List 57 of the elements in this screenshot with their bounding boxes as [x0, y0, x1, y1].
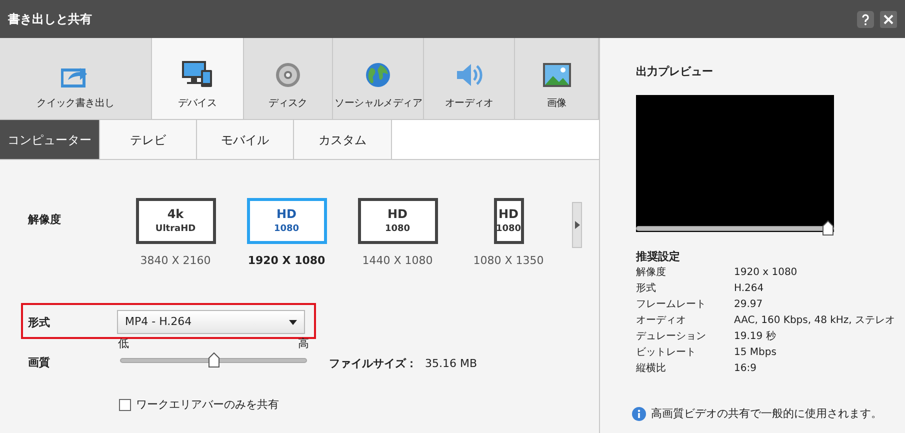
sub-tab[interactable]: カスタム — [294, 120, 392, 159]
checkbox[interactable] — [119, 399, 131, 412]
resolution-card[interactable]: 4k UltraHD — [136, 198, 216, 244]
setting-label: フレームレート — [636, 298, 707, 312]
slider-min-label: 低 — [118, 336, 129, 352]
speaker-icon — [455, 62, 484, 88]
setting-label: オーディオ — [636, 314, 687, 328]
field-label: 解像度 — [28, 212, 61, 228]
setting-label: 縦横比 — [636, 362, 667, 376]
panel-title: 出力プレビュー — [636, 64, 713, 80]
sub-tab[interactable]: テレビ — [100, 120, 197, 159]
field-label: 形式 — [28, 315, 50, 331]
resolution-card[interactable]: HD 1080 — [494, 198, 524, 244]
info-icon — [632, 407, 646, 422]
slider-thumb[interactable] — [208, 352, 220, 368]
setting-label: ビットレート — [636, 346, 697, 360]
file-size-label: ファイルサイズ： — [329, 356, 417, 372]
close-icon[interactable] — [880, 10, 897, 28]
category-tab[interactable]: クイック書き出し — [0, 38, 152, 119]
resolution-card[interactable]: HD 1080 — [246, 198, 326, 244]
scroll-right-button[interactable] — [572, 202, 582, 248]
sub-tab[interactable]: コンピューター — [0, 120, 100, 159]
file-size-value: 35.16 MB — [425, 356, 478, 372]
setting-value: 15 Mbps — [734, 346, 776, 360]
resolution-caption: 1920 X 1080 — [248, 253, 326, 269]
sub-tab[interactable]: モバイル — [197, 120, 294, 159]
info-text: 高画質ビデオの共有で一般的に使用されます。 — [651, 406, 882, 422]
setting-value: H.264 — [734, 282, 764, 296]
resolution-caption: 1080 X 1350 — [473, 253, 544, 269]
setting-value: 1920 x 1080 — [734, 266, 798, 280]
format-dropdown[interactable]: MP4 - H.264 — [117, 310, 305, 334]
setting-value: 29.97 — [734, 298, 763, 312]
category-tab[interactable]: 画像 — [515, 38, 599, 119]
checkbox-label: ワークエリアバーのみを共有 — [136, 397, 279, 413]
devices-icon — [181, 60, 214, 88]
caret-icon — [289, 320, 297, 324]
setting-value: 16:9 — [734, 362, 756, 376]
resolution-caption: 3840 X 2160 — [140, 253, 211, 269]
resolution-card[interactable]: HD 1080 — [358, 198, 438, 244]
resolution-caption: 1440 X 1080 — [362, 253, 433, 269]
setting-label: 形式 — [636, 282, 657, 296]
landscape-image-icon — [542, 62, 572, 88]
window-title: 書き出しと共有 — [8, 11, 92, 28]
setting-value: AAC, 160 Kbps, 48 kHz, ステレオ — [734, 314, 896, 328]
field-label: 画質 — [28, 355, 50, 371]
setting-label: デュレーション — [636, 330, 707, 344]
help-icon[interactable] — [857, 10, 874, 28]
right-arrow-icon — [574, 221, 580, 229]
slider-max-label: 高 — [298, 336, 309, 352]
disc-icon — [275, 62, 302, 88]
category-tab[interactable]: オーディオ — [424, 38, 516, 119]
category-tab[interactable]: ソーシャルメディア — [333, 38, 424, 119]
section-title: 推奨設定 — [636, 249, 680, 265]
setting-value: 19.19 秒 — [734, 330, 776, 344]
globe-icon — [365, 62, 392, 88]
setting-label: 解像度 — [636, 266, 667, 280]
category-tab[interactable]: ディスク — [244, 38, 334, 119]
